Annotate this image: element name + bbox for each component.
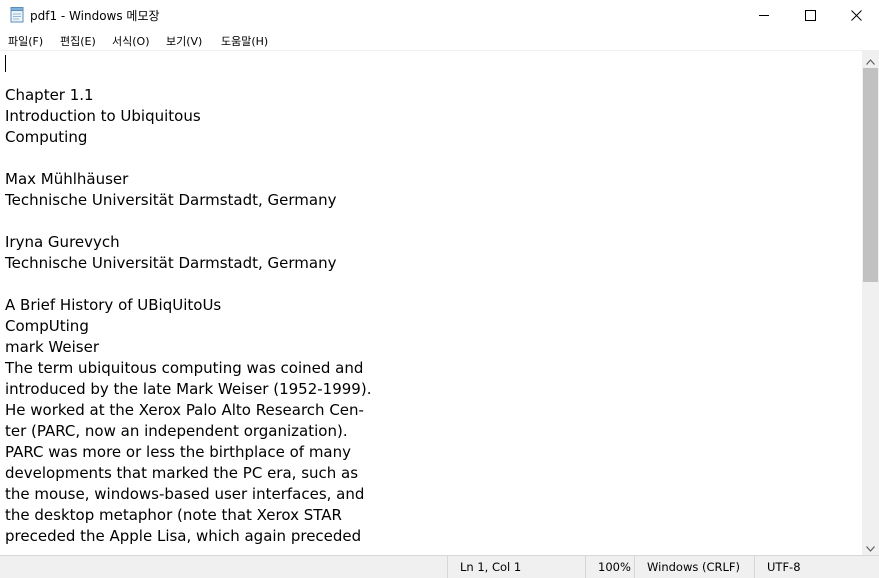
- editor-line: the desktop metaphor (note that Xerox ST…: [5, 506, 342, 524]
- scroll-thumb[interactable]: [863, 68, 878, 282]
- scroll-down-button[interactable]: [862, 538, 879, 555]
- editor-line: Chapter 1.1: [5, 86, 94, 104]
- status-cursor-position: Ln 1, Col 1: [447, 556, 585, 578]
- notepad-icon: [10, 7, 24, 23]
- editor-line: Computing: [5, 128, 88, 146]
- editor-line: mark Weiser: [5, 338, 99, 356]
- maximize-button[interactable]: [787, 0, 833, 30]
- notepad-window: pdf1 - Windows 메모장 파일(F) 편집(E) 서식(O) 보기(…: [0, 0, 879, 578]
- close-button[interactable]: [833, 0, 879, 30]
- editor-line: He worked at the Xerox Palo Alto Researc…: [5, 401, 364, 419]
- close-icon: [850, 9, 862, 21]
- minimize-icon: [759, 10, 769, 20]
- status-bar: Ln 1, Col 1 100% Windows (CRLF) UTF-8: [0, 555, 879, 578]
- maximize-icon: [804, 9, 816, 21]
- vertical-scrollbar[interactable]: [862, 51, 879, 555]
- menu-file[interactable]: 파일(F): [8, 33, 43, 49]
- status-zoom: 100%: [585, 556, 634, 578]
- editor-line: developments that marked the PC era, suc…: [5, 464, 359, 482]
- menu-format[interactable]: 서식(O): [112, 33, 149, 49]
- editor-line: Technische Universität Darmstadt, German…: [5, 191, 337, 209]
- window-title: pdf1 - Windows 메모장: [30, 9, 160, 23]
- menu-bar: 파일(F) 편집(E) 서식(O) 보기(V) 도움말(H): [0, 30, 879, 50]
- editor-line: CompUting: [5, 317, 89, 335]
- editor-line: Technische Universität Darmstadt, German…: [5, 254, 337, 272]
- editor-line: The term ubiquitous computing was coined…: [5, 359, 364, 377]
- menu-help[interactable]: 도움말(H): [221, 33, 268, 49]
- minimize-button[interactable]: [741, 0, 787, 30]
- editor-line: preceded the Apple Lisa, which again pre…: [5, 527, 362, 545]
- menu-edit[interactable]: 편집(E): [60, 33, 96, 49]
- editor-line: PARC was more or less the birthplace of …: [5, 443, 352, 461]
- editor-line: the mouse, windows-based user interfaces…: [5, 485, 365, 503]
- scroll-down-arrow-icon: [866, 537, 875, 556]
- editor-line: A Brief History of UBiqUitoUs: [5, 296, 222, 314]
- editor-line: introduced by the late Mark Weiser (1952…: [5, 380, 372, 398]
- title-bar[interactable]: pdf1 - Windows 메모장: [0, 0, 879, 30]
- scroll-up-button[interactable]: [862, 51, 879, 68]
- scroll-up-arrow-icon: [866, 50, 875, 69]
- menu-view[interactable]: 보기(V): [166, 33, 202, 49]
- editor-lines: Chapter 1.1 Introduction to Ubiquitous C…: [5, 51, 371, 547]
- editor-line: Iryna Gurevych: [5, 233, 120, 251]
- editor-line: Introduction to Ubiquitous: [5, 107, 201, 125]
- text-editor[interactable]: Chapter 1.1 Introduction to Ubiquitous C…: [0, 51, 862, 555]
- status-encoding: UTF-8: [754, 556, 879, 578]
- editor-line: ter (PARC, now an independent organizati…: [5, 422, 348, 440]
- editor-line: Max Mühlhäuser: [5, 170, 129, 188]
- status-line-ending: Windows (CRLF): [634, 556, 754, 578]
